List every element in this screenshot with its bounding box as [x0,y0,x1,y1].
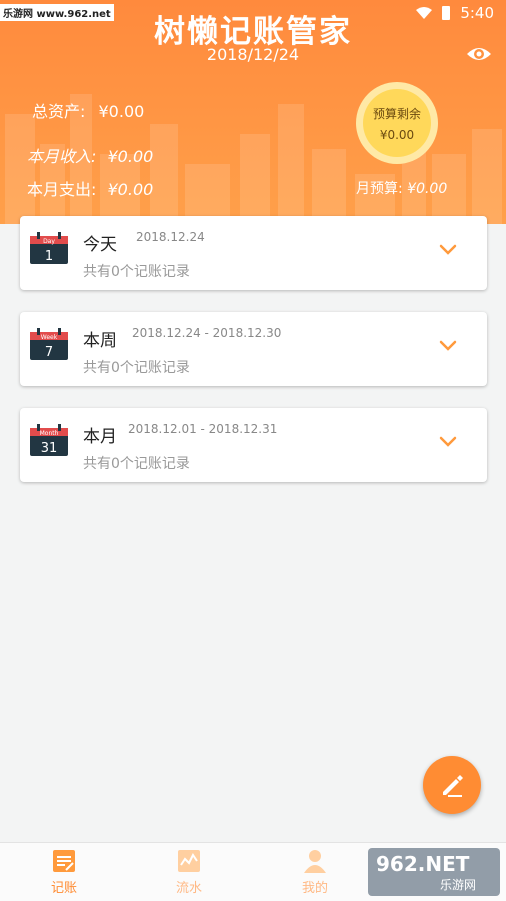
total-assets: 总资产: ¥0.00 [32,98,144,122]
chevron-down-icon[interactable] [439,244,457,256]
month-income-label: 本月收入: [27,147,97,166]
month-income-value: ¥0.00 [107,147,154,166]
tab-bookkeeping[interactable]: 记账 [14,843,114,901]
add-record-button[interactable] [423,756,481,814]
current-date: 2018/12/24 [206,45,300,64]
card-today[interactable]: Day 1 今天 2018.12.24 共有0个记账记录 [20,216,487,290]
month-budget-label: 月预算: [356,181,403,197]
tab-label: 记账 [50,881,77,896]
budget-remaining-value: ¥0.00 [379,127,415,142]
card-title: 本月 [83,427,117,447]
chart-icon [178,850,200,872]
chevron-down-icon[interactable] [439,340,457,352]
cal-tag: Month [40,430,59,437]
eye-icon[interactable] [466,44,492,64]
card-month[interactable]: Month 31 本月 2018.12.01 - 2018.12.31 共有0个… [20,408,487,482]
month-income: 本月收入: ¥0.00 [27,143,153,167]
card-record-count: 共有0个记账记录 [83,360,190,376]
user-icon [304,850,326,873]
tab-label: 我的 [301,881,328,896]
watermark-bottom: 962.NET 乐游网 [368,848,500,896]
month-budget[interactable]: 月预算: ¥0.00 [356,178,447,198]
cal-tag: Week [41,334,58,341]
month-budget-value: ¥0.00 [407,181,448,197]
calendar-day-icon: Day 1 [30,232,68,264]
budget-remaining-badge[interactable]: 预算剩余 ¥0.00 [356,82,438,164]
card-range: 2018.12.24 - 2018.12.30 [132,326,282,340]
total-assets-value: ¥0.00 [98,102,145,121]
cal-num: 7 [45,345,53,360]
card-range: 2018.12.01 - 2018.12.31 [128,422,278,436]
cal-num: 1 [45,249,53,264]
cal-tag: Day [43,238,55,245]
month-expense: 本月支出: ¥0.00 [27,176,153,200]
chevron-down-icon[interactable] [439,436,457,448]
tab-label: 流水 [175,881,202,896]
note-edit-icon [53,850,75,872]
header: 乐游网 www.962.net 5:40 树懒记账管家 2018/12/24 总… [0,0,506,224]
card-range: 2018.12.24 [136,230,205,244]
calendar-week-icon: Week 7 [30,328,68,360]
watermark-brand: 962.NET [376,852,470,876]
card-record-count: 共有0个记账记录 [83,264,190,280]
card-title: 本周 [83,331,117,351]
card-title: 今天 [83,235,117,255]
month-expense-value: ¥0.00 [107,180,154,199]
watermark-sub: 乐游网 [440,878,477,892]
month-expense-label: 本月支出: [27,180,97,199]
budget-remaining-label: 预算剩余 [372,106,421,121]
pencil-icon [443,775,463,797]
total-assets-label: 总资产: [32,102,86,121]
tab-profile[interactable]: 我的 [265,843,365,901]
cal-num: 31 [41,441,58,456]
card-week[interactable]: Week 7 本周 2018.12.24 - 2018.12.30 共有0个记账… [20,312,487,386]
tab-transactions[interactable]: 流水 [139,843,239,901]
calendar-month-icon: Month 31 [30,424,68,456]
card-record-count: 共有0个记账记录 [83,456,190,472]
